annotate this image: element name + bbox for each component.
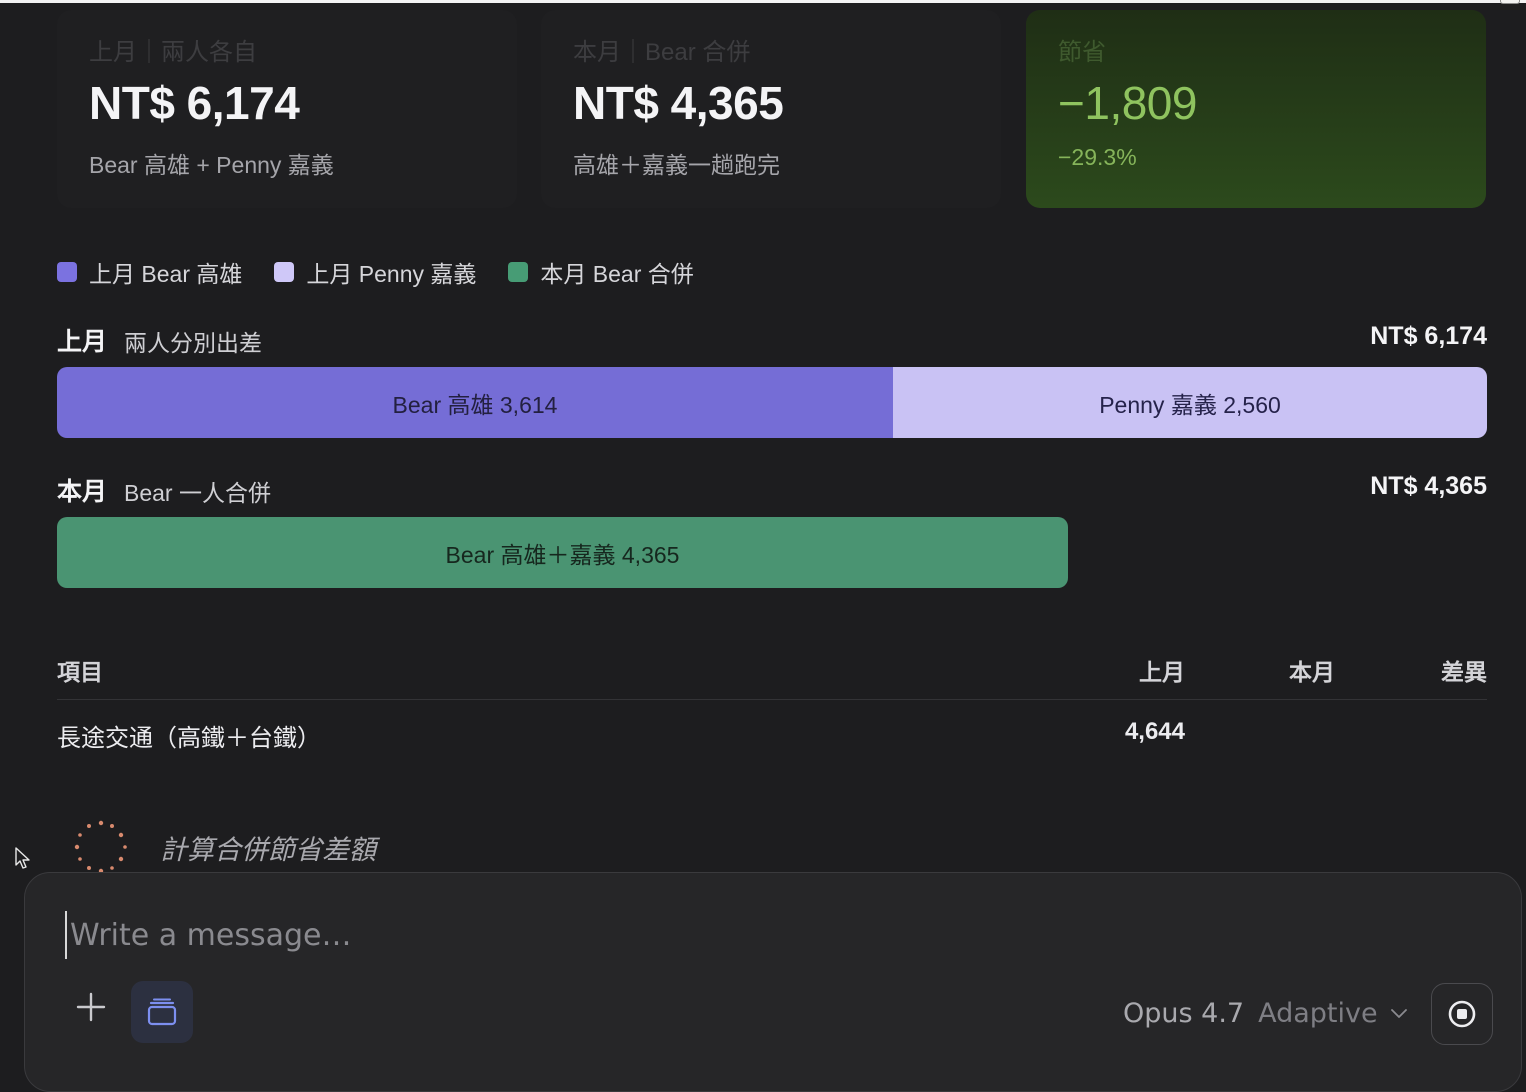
column-header-this-month: 本月 [1289,659,1335,685]
chevron-down-icon [1390,1009,1407,1018]
message-composer: Opus 4.7 Adaptive [24,872,1522,1092]
thinking-status-text: 計算合併節省差額 [160,835,376,865]
card-subtitle: −29.3% [1058,144,1137,170]
row-description: Bear 一人合併 [124,480,271,506]
card-value: −1,809 [1058,77,1197,129]
legend-label: 上月 Penny 嘉義 [306,261,477,287]
bar-segment-label: Bear 高雄＋嘉義 4,365 [445,541,680,568]
comparison-table-header: 項目 上月 本月 差異 [57,650,1487,700]
row-total: NT$ 6,174 [1370,322,1487,350]
summary-card-last-month: 上月｜兩人各自 NT$ 6,174 Bear 高雄 + Penny 嘉義 [57,10,517,208]
row-total: NT$ 4,365 [1370,472,1487,500]
row-label: 上月 [57,328,108,356]
row-label: 本月 [57,478,108,506]
bar-segment-bear-kaohsiung: Bear 高雄 3,614 [57,367,893,438]
summary-card-this-month: 本月｜Bear 合併 NT$ 4,365 高雄＋嘉義一趟跑完 [541,10,1001,208]
card-label: 上月｜兩人各自 [89,39,257,66]
bar-row-header-last-month: 上月 兩人分別出差 NT$ 6,174 [57,322,1487,356]
row-description: 兩人分別出差 [124,330,262,356]
bar-segment-label: Penny 嘉義 2,560 [1099,391,1281,418]
card-subtitle: Bear 高雄 + Penny 嘉義 [89,152,334,178]
legend-swatch [508,262,529,282]
card-label: 本月｜Bear 合併 [573,39,751,66]
tools-button[interactable] [131,981,193,1043]
bar-segment-penny-chiayi: Penny 嘉義 2,560 [893,367,1487,438]
archive-box-icon [147,998,177,1026]
bar-segment-label: Bear 高雄 3,614 [392,391,558,418]
card-value: NT$ 6,174 [89,77,300,129]
summary-card-savings: 節省 −1,809 −29.3% [1026,10,1486,208]
stop-icon [1448,1000,1476,1028]
legend-swatch [57,262,77,282]
legend-swatch [274,262,295,282]
model-selector-dropdown[interactable]: Opus 4.7 Adaptive [1123,993,1408,1033]
model-name: Opus 4.7 [1123,997,1245,1029]
add-attachment-button[interactable] [69,985,113,1029]
card-value: NT$ 4,365 [573,77,784,129]
legend-label: 本月 Bear 合併 [540,261,694,287]
column-header-last-month: 上月 [1139,659,1185,685]
legend-item-bear-this: 本月 Bear 合併 [508,255,694,289]
plus-icon [76,992,106,1022]
legend-item-penny-last: 上月 Penny 嘉義 [274,255,476,289]
legend-label: 上月 Bear 高雄 [89,261,243,287]
cell-item: 長途交通（高鐵＋台鐵） [57,725,321,752]
card-subtitle: 高雄＋嘉義一趟跑完 [573,152,780,178]
legend-item-bear-last: 上月 Bear 高雄 [57,255,242,289]
bar-segment-bear-merged: Bear 高雄＋嘉義 4,365 [57,517,1068,588]
column-header-item: 項目 [57,659,103,685]
cell-last-month: 4,644 [1124,718,1185,745]
window-top-border [0,0,1526,3]
loading-spinner-icon [74,820,127,874]
mouse-pointer-icon [15,847,30,869]
column-header-difference: 差異 [1441,659,1487,685]
stop-generation-button[interactable] [1431,983,1493,1045]
chart-legend: 上月 Bear 高雄 上月 Penny 嘉義 本月 Bear 合併 [57,256,726,288]
message-input[interactable] [65,911,1265,959]
table-row: 長途交通（高鐵＋台鐵） 4,644 [57,712,1487,758]
bar-row-header-this-month: 本月 Bear 一人合併 NT$ 4,365 [57,472,1487,506]
model-mode: Adaptive [1258,997,1378,1029]
card-label: 節省 [1058,39,1106,66]
window-corner-control [1500,0,1520,4]
